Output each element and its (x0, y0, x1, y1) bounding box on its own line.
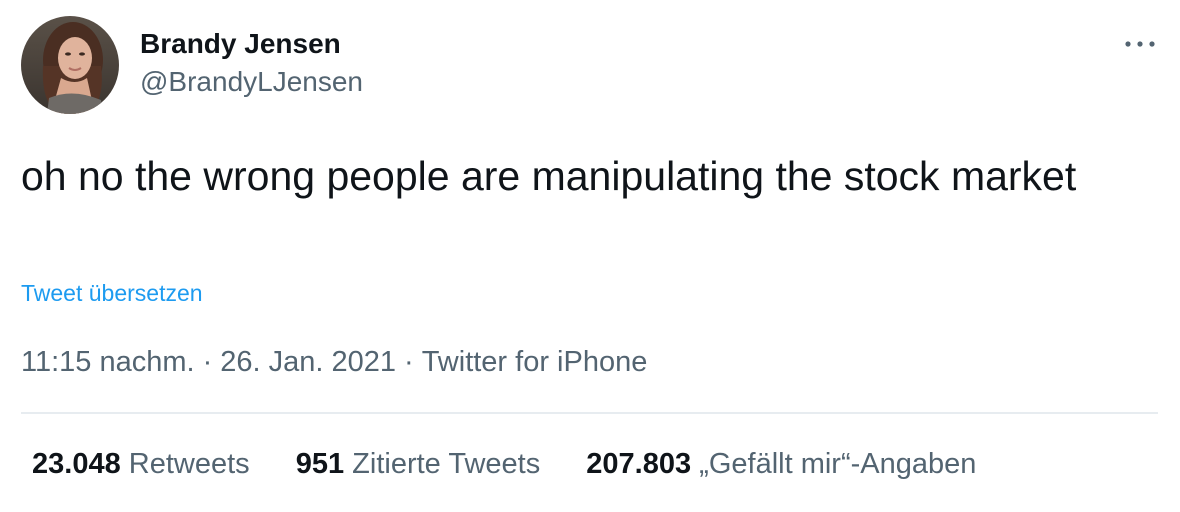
more-options-button[interactable] (1120, 24, 1160, 64)
tweet-time[interactable]: 11:15 nachm. (21, 346, 195, 378)
quotes-stat[interactable]: 951 Zitierte Tweets (296, 448, 541, 481)
retweets-label: Retweets (128, 448, 250, 480)
display-name[interactable]: Brandy Jensen (140, 28, 341, 60)
retweets-stat[interactable]: 23.048 Retweets (32, 448, 250, 481)
meta-separator: · (404, 346, 414, 378)
avatar[interactable] (21, 16, 119, 114)
translate-tweet-link[interactable]: Tweet übersetzen (21, 280, 203, 307)
tweet-stats: 23.048 Retweets 951 Zitierte Tweets 207.… (32, 448, 1014, 481)
divider (21, 412, 1158, 414)
tweet-source[interactable]: Twitter for iPhone (422, 346, 648, 378)
meta-separator: · (202, 346, 213, 378)
user-handle[interactable]: @BrandyLJensen (140, 66, 363, 98)
retweets-count: 23.048 (32, 448, 121, 480)
likes-stat[interactable]: 207.803 „Gefällt mir“-Angaben (586, 448, 976, 481)
tweet-meta: 11:15 nachm. · 26. Jan. 2021 · Twitter for i… (21, 346, 647, 379)
profile-photo-icon (21, 16, 119, 114)
likes-label: „Gefällt mir“-Angaben (699, 448, 977, 480)
quotes-count: 951 (295, 448, 345, 480)
likes-count: 207.803 (586, 448, 692, 480)
tweet-date[interactable]: 26. Jan. 2021 (220, 346, 396, 378)
ellipsis-icon (1125, 41, 1155, 47)
quotes-label: Zitierte Tweets (352, 448, 541, 480)
tweet-text: oh no the wrong people are manipulating … (21, 153, 1077, 199)
tweet-card: Brandy Jensen @BrandyLJensen oh no the w… (0, 0, 1180, 512)
